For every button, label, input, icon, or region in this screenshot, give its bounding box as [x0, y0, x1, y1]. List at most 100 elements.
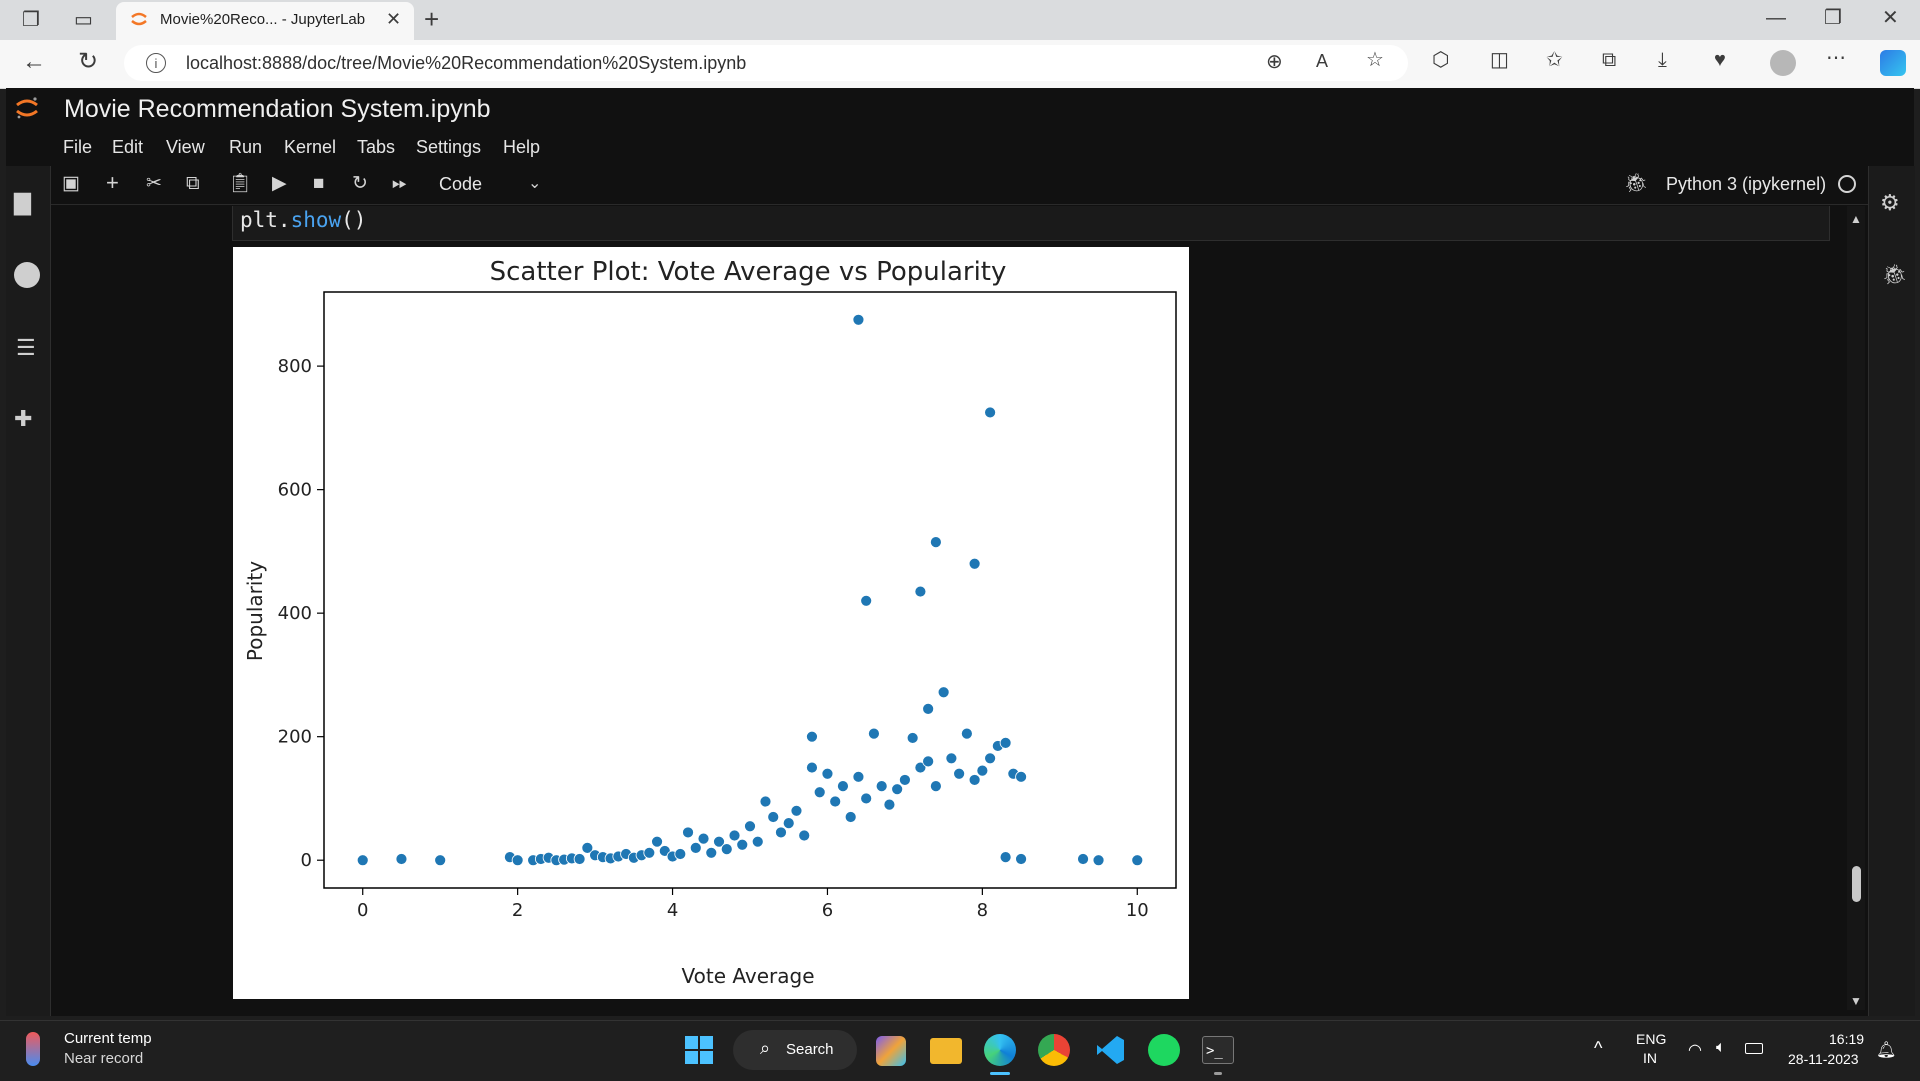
scatter-point — [689, 841, 702, 854]
close-tab-icon[interactable]: ✕ — [386, 10, 401, 28]
wifi-icon[interactable]: ◠ — [1688, 1040, 1702, 1060]
y-axis-label: Popularity — [243, 561, 267, 661]
debugger-icon[interactable]: 🐞︎ — [1624, 174, 1648, 193]
scatter-point — [682, 826, 694, 839]
code-line[interactable]: plt.show() — [240, 208, 366, 232]
clock-time[interactable]: 16:19 — [1829, 1031, 1864, 1047]
scatter-point — [868, 727, 880, 740]
paste-icon[interactable]: 📋︎ — [228, 174, 252, 193]
scroll-down-icon[interactable]: ▼ — [1850, 994, 1862, 1008]
chart-title: Scatter Plot: Vote Average vs Popularity — [490, 257, 1007, 287]
workspaces-icon[interactable]: ❐ — [22, 10, 40, 30]
extension-manager-icon[interactable]: ✚ — [14, 406, 32, 432]
copilot-preview-icon[interactable] — [876, 1036, 906, 1066]
scatter-point — [984, 752, 997, 765]
restart-run-all-icon[interactable]: ⏩︎ — [392, 174, 407, 193]
save-icon[interactable]: ▣ — [62, 174, 80, 193]
favorite-star-icon[interactable]: ☆ — [1366, 50, 1384, 70]
file-browser-icon[interactable]: ▇ — [14, 190, 31, 216]
scrollbar-thumb[interactable] — [1852, 866, 1861, 902]
restore-icon[interactable]: ❐ — [1824, 8, 1842, 28]
scatter-point — [798, 829, 811, 842]
collections-icon[interactable]: ⧉ — [1602, 50, 1616, 70]
site-info-icon[interactable]: i — [146, 53, 166, 73]
read-aloud-icon[interactable]: A — [1316, 52, 1328, 70]
minimize-icon[interactable]: — — [1766, 8, 1786, 28]
scatter-point — [736, 838, 749, 851]
notification-bell-icon[interactable]: 🔔︎ — [1876, 1040, 1896, 1060]
menu-settings[interactable]: Settings — [416, 137, 481, 158]
split-screen-icon[interactable]: ◫ — [1490, 50, 1509, 70]
property-inspector-icon[interactable]: ⚙ — [1880, 190, 1900, 216]
chevron-down-icon[interactable]: ⌄ — [528, 176, 541, 192]
chrome-icon[interactable] — [1038, 1034, 1070, 1066]
spotify-icon[interactable] — [1148, 1034, 1180, 1066]
menu-edit[interactable]: Edit — [112, 137, 143, 158]
table-of-contents-icon[interactable]: ☰ — [16, 335, 36, 361]
scatter-point — [829, 795, 842, 808]
extensions-icon[interactable]: ⬡ — [1432, 50, 1449, 70]
code-cell[interactable] — [232, 206, 1830, 241]
taskbar-search-label[interactable]: Search — [786, 1041, 834, 1058]
vscode-icon[interactable] — [1094, 1034, 1126, 1066]
scroll-up-icon[interactable]: ▲ — [1850, 212, 1862, 226]
menu-run[interactable]: Run — [229, 137, 262, 158]
run-cell-icon[interactable]: ▶ — [272, 174, 287, 193]
weather-thermometer-icon[interactable] — [26, 1032, 40, 1066]
battery-icon[interactable] — [1745, 1043, 1763, 1054]
scatter-point — [813, 786, 826, 799]
start-windows-icon[interactable] — [685, 1036, 713, 1064]
close-window-icon[interactable]: ✕ — [1882, 8, 1899, 28]
kernel-name[interactable]: Python 3 (ipykernel) — [1666, 174, 1826, 195]
favorites-icon[interactable]: ✩ — [1546, 50, 1563, 70]
scatter-point — [775, 826, 787, 839]
weather-title[interactable]: Current temp — [64, 1030, 152, 1047]
copilot-icon[interactable] — [1880, 50, 1906, 76]
language-bottom[interactable]: IN — [1643, 1050, 1657, 1066]
y-tick-label: 0 — [301, 850, 312, 871]
menu-view[interactable]: View — [166, 137, 205, 158]
back-icon[interactable]: ← — [22, 50, 46, 74]
scatter-point — [728, 829, 741, 842]
search-icon[interactable]: ⌕ — [760, 1038, 770, 1059]
weather-subtitle[interactable]: Near record — [64, 1050, 143, 1067]
menu-help[interactable]: Help — [503, 137, 540, 158]
show-hidden-icons-icon[interactable]: ^ — [1594, 1038, 1602, 1059]
cell-type-select[interactable]: Code — [439, 174, 482, 195]
more-menu-icon[interactable]: ⋯ — [1826, 48, 1846, 68]
scatter-point — [999, 851, 1012, 864]
scatter-point — [999, 736, 1012, 749]
profile-avatar-icon[interactable] — [1770, 50, 1796, 76]
restart-kernel-icon[interactable]: ↻ — [352, 174, 368, 193]
insert-cell-icon[interactable]: + — [106, 172, 119, 194]
menu-file[interactable]: File — [63, 137, 92, 158]
menu-kernel[interactable]: Kernel — [284, 137, 336, 158]
menu-tabs[interactable]: Tabs — [357, 137, 395, 158]
tab-actions-icon[interactable]: ▭ — [74, 10, 93, 30]
language-top[interactable]: ENG — [1636, 1031, 1666, 1047]
cut-icon[interactable]: ✂ — [146, 174, 162, 193]
scatter-point — [573, 853, 586, 865]
scatter-point — [782, 817, 795, 830]
clock-date[interactable]: 28-11-2023 — [1788, 1051, 1859, 1067]
zoom-icon[interactable]: ⊕ — [1266, 52, 1283, 72]
interrupt-kernel-icon[interactable]: ■ — [313, 174, 324, 193]
browser-essentials-icon[interactable]: ♥ — [1714, 50, 1726, 70]
scatter-point — [697, 832, 710, 845]
scatter-point — [860, 594, 873, 607]
volume-icon[interactable]: 🔈︎ — [1716, 1039, 1726, 1057]
refresh-icon[interactable]: ↻ — [78, 50, 98, 74]
downloads-icon[interactable]: ⤓ — [1658, 50, 1667, 70]
terminal-icon[interactable]: >_ — [1202, 1036, 1234, 1064]
code-args: () — [341, 208, 367, 232]
scatter-point — [899, 774, 911, 786]
url-text[interactable]: localhost:8888/doc/tree/Movie%20Recommen… — [186, 53, 746, 74]
running-sessions-icon[interactable] — [14, 262, 40, 288]
file-explorer-icon[interactable] — [930, 1038, 962, 1064]
new-tab-icon[interactable]: + — [424, 6, 439, 32]
copy-icon[interactable]: ⧉ — [186, 174, 200, 193]
scatter-point — [852, 313, 865, 326]
debugger-panel-icon[interactable]: 🐞︎ — [1882, 262, 1907, 287]
scatter-point — [883, 798, 896, 811]
edge-browser-icon[interactable] — [984, 1034, 1016, 1066]
